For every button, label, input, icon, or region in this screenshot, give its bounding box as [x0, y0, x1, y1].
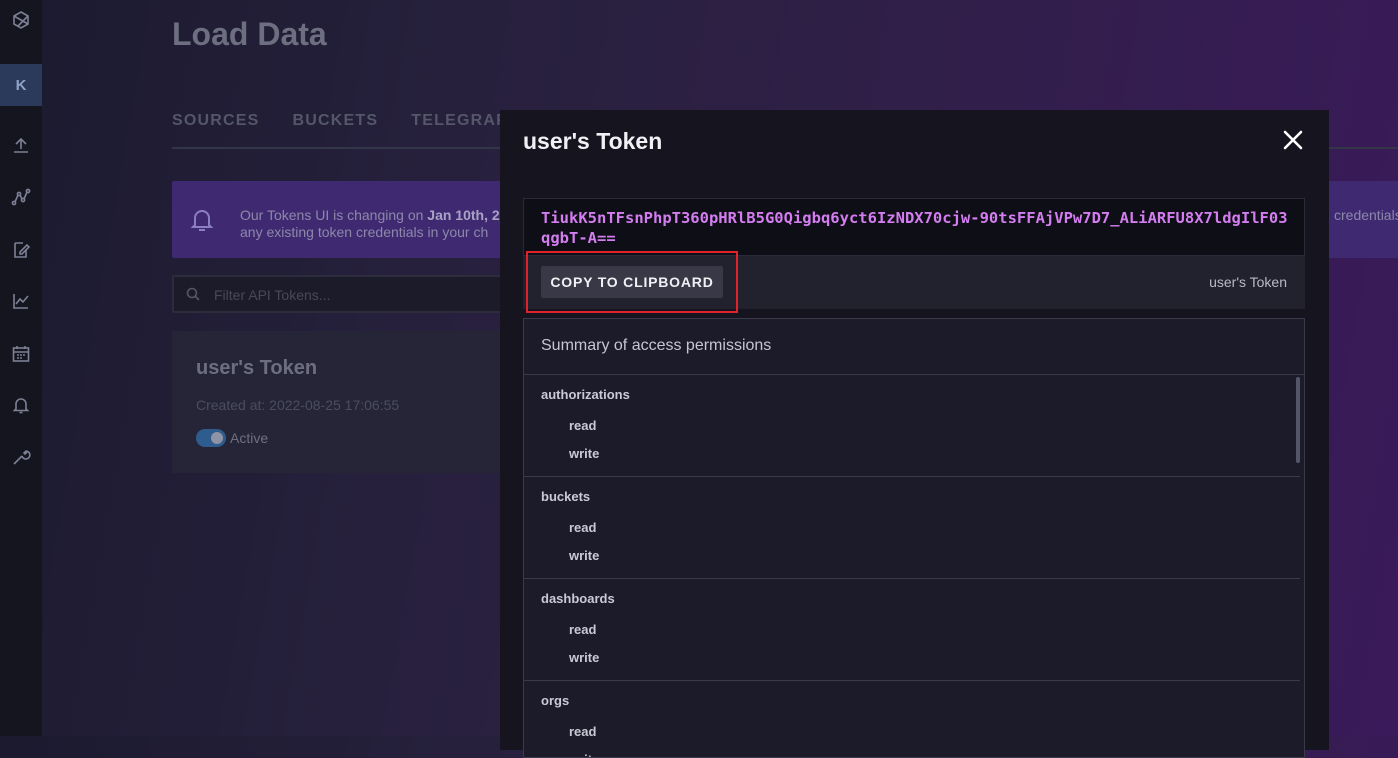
token-value-box: TiukK5nTFsnPhpT360pHRlB5G0Qigbq6yct6IzND… — [523, 198, 1305, 256]
permissions-header: Summary of access permissions — [524, 319, 1304, 375]
upload-icon[interactable] — [0, 125, 42, 165]
permission-action: write — [569, 650, 600, 665]
token-description: user's Token — [1209, 274, 1287, 290]
permission-action: read — [569, 724, 597, 739]
tab-telegraf[interactable]: TELEGRAF — [411, 112, 507, 130]
permission-resource: authorizations — [541, 387, 630, 402]
token-card-name[interactable]: user's Token — [196, 357, 317, 380]
permissions-title: Summary of access permissions — [541, 337, 772, 354]
permission-resource: dashboards — [541, 591, 615, 606]
status-toggle[interactable] — [196, 429, 226, 447]
permissions-list: authorizations read write buckets read w… — [524, 375, 1300, 757]
permission-action: write — [569, 548, 600, 563]
filter-placeholder: Filter API Tokens... — [214, 287, 331, 303]
notice-line-1: Our Tokens UI is changing on — [240, 207, 428, 223]
permission-resource: buckets — [541, 489, 591, 504]
permissions-scrollbar[interactable] — [1296, 377, 1300, 463]
chart-icon[interactable] — [0, 281, 42, 321]
notice-text: Our Tokens UI is changing on Jan 10th, 2… — [240, 207, 530, 241]
modal-title: user's Token — [523, 128, 663, 154]
permission-group-buckets: buckets read write — [524, 477, 1300, 579]
filter-tokens-input[interactable]: Filter API Tokens... — [172, 275, 512, 313]
page-title: Load Data — [172, 16, 327, 52]
bell-icon — [190, 210, 214, 231]
permission-resource: orgs — [541, 693, 570, 708]
edit-icon[interactable] — [0, 230, 42, 270]
bell-icon[interactable] — [0, 385, 42, 425]
token-card[interactable]: user's Token Created at: 2022-08-25 17:0… — [172, 331, 512, 473]
permission-group-orgs: orgs read write — [524, 681, 1300, 757]
tab-buckets[interactable]: BUCKETS — [293, 112, 379, 130]
status-label: Active — [230, 430, 269, 446]
permission-action: read — [569, 622, 597, 637]
token-value: TiukK5nTFsnPhpT360pHRlB5G0Qigbq6yct6IzND… — [541, 209, 1288, 247]
token-card-created: Created at: 2022-08-25 17:06:55 — [196, 397, 400, 413]
copy-to-clipboard-button[interactable]: COPY TO CLIPBOARD — [541, 266, 723, 298]
calendar-icon[interactable] — [0, 334, 42, 374]
wrench-icon[interactable] — [0, 437, 42, 477]
tabs: SOURCES BUCKETS TELEGRAF — [172, 112, 507, 130]
tab-sources[interactable]: SOURCES — [172, 112, 260, 130]
token-actions-bar: COPY TO CLIPBOARD user's Token — [523, 251, 1305, 313]
permission-action: read — [569, 520, 597, 535]
permission-action: write — [569, 446, 600, 461]
token-modal: user's Token TiukK5nTFsnPhpT360pHRlB5G0Q… — [500, 110, 1329, 758]
permission-group-authorizations: authorizations read write — [524, 375, 1300, 477]
graph-icon[interactable] — [0, 177, 42, 217]
permission-action: write — [569, 752, 599, 757]
search-icon — [186, 287, 200, 301]
notice-text-right: credentials — [1334, 207, 1398, 223]
side-nav: K — [0, 0, 42, 736]
close-icon[interactable] — [1280, 127, 1306, 153]
permissions-panel: Summary of access permissions authorizat… — [523, 318, 1305, 758]
org-avatar[interactable]: K — [0, 64, 42, 106]
permission-group-dashboards: dashboards read write — [524, 579, 1300, 681]
notice-date: Jan 10th, 2 — [427, 207, 500, 223]
notice-line-2: any existing token credentials in your c… — [240, 224, 489, 240]
logo-icon[interactable] — [0, 0, 42, 40]
permission-action: read — [569, 418, 597, 433]
